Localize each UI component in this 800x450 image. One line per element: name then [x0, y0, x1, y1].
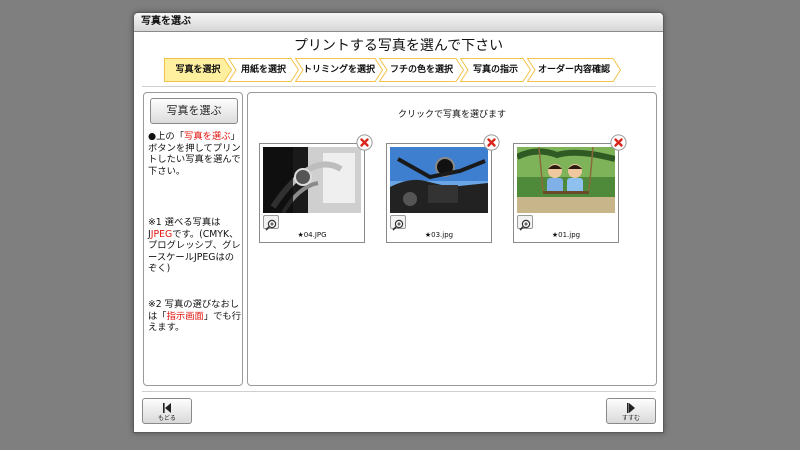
- note-highlight: 写真を選ぶ: [184, 131, 231, 142]
- step-label: 写真を選択: [175, 65, 221, 75]
- page-title: プリントする写真を選んで下さい: [293, 38, 504, 54]
- photo-filename: ★03.jpg: [424, 231, 454, 239]
- next-button[interactable]: すすむ: [606, 398, 656, 424]
- format-note: ※1 選べる写真はJJPEGです。(CMYK、プログレッシブ、グレースケールJP…: [148, 217, 242, 275]
- magnifier-plus-icon: [519, 219, 531, 231]
- zoom-button[interactable]: [390, 215, 406, 231]
- instruction-note: ●上の「写真を選ぶ」ボタンを押してプリントしたい写真を選んで下さい。: [148, 131, 242, 177]
- window-title: 写真を選ぶ: [134, 13, 663, 32]
- magnifier-plus-icon: [392, 219, 404, 231]
- photo-thumbnail[interactable]: [263, 147, 361, 213]
- magnifier-plus-icon: [265, 219, 277, 231]
- dialog-window: 写真を選ぶ プリントする写真を選んで下さい 写真を選択 用紙を選択 トリミングを…: [133, 12, 664, 433]
- step-select-trimming[interactable]: トリミングを選択: [295, 58, 383, 82]
- step-forward-icon: [627, 403, 635, 413]
- step-back-icon: [163, 403, 171, 413]
- step-select-photo[interactable]: 写真を選択: [164, 58, 232, 82]
- step-select-paper[interactable]: 用紙を選択: [228, 58, 299, 82]
- step-photo-instructions[interactable]: 写真の指示: [460, 58, 531, 82]
- click-hint: クリックで写真を選びます: [397, 110, 506, 120]
- step-label: フチの色を選択: [389, 65, 453, 75]
- zoom-button[interactable]: [517, 215, 533, 231]
- next-label: すすむ: [621, 415, 640, 422]
- photo-thumbnail[interactable]: [390, 147, 488, 213]
- step-order-confirm[interactable]: オーダー内容確認: [527, 58, 621, 82]
- close-circle-icon[interactable]: [610, 134, 627, 151]
- zoom-button[interactable]: [263, 215, 279, 231]
- choose-photo-button[interactable]: 写真を選ぶ: [150, 98, 238, 124]
- photo-filename: ★01.jpg: [551, 231, 581, 239]
- photo-thumbnail[interactable]: [517, 147, 615, 213]
- left-panel: 写真を選ぶ ●上の「写真を選ぶ」ボタンを押してプリントしたい写真を選んで下さい。…: [143, 92, 243, 386]
- close-circle-icon[interactable]: [483, 134, 500, 151]
- step-label: トリミングを選択: [302, 65, 375, 75]
- note-highlight: JPEG: [150, 228, 173, 240]
- back-label: もどる: [158, 415, 176, 422]
- divider: [142, 391, 656, 392]
- photo-filename: ★04.JPG: [297, 231, 327, 239]
- note-text: ●上の「: [148, 131, 185, 142]
- close-circle-icon[interactable]: [356, 134, 373, 151]
- photo-card[interactable]: ★03.jpg: [386, 134, 500, 243]
- step-label: 用紙を選択: [240, 65, 286, 75]
- photo-card[interactable]: ★01.jpg: [513, 134, 627, 243]
- step-label: オーダー内容確認: [537, 65, 610, 75]
- photo-card[interactable]: ★04.JPG: [259, 134, 373, 243]
- photo-selection-panel[interactable]: クリックで写真を選びます ★04.JPG ★03.jpg ★01.jpg: [247, 92, 657, 386]
- note-highlight: 指示画面: [166, 310, 204, 322]
- reselect-note: ※2 写真の選びなおしは「指示画面」でも行えます。: [148, 299, 242, 334]
- divider: [142, 86, 656, 87]
- step-label: 写真の指示: [472, 65, 518, 75]
- back-button[interactable]: もどる: [142, 398, 192, 424]
- step-select-border-color[interactable]: フチの色を選択: [379, 58, 464, 82]
